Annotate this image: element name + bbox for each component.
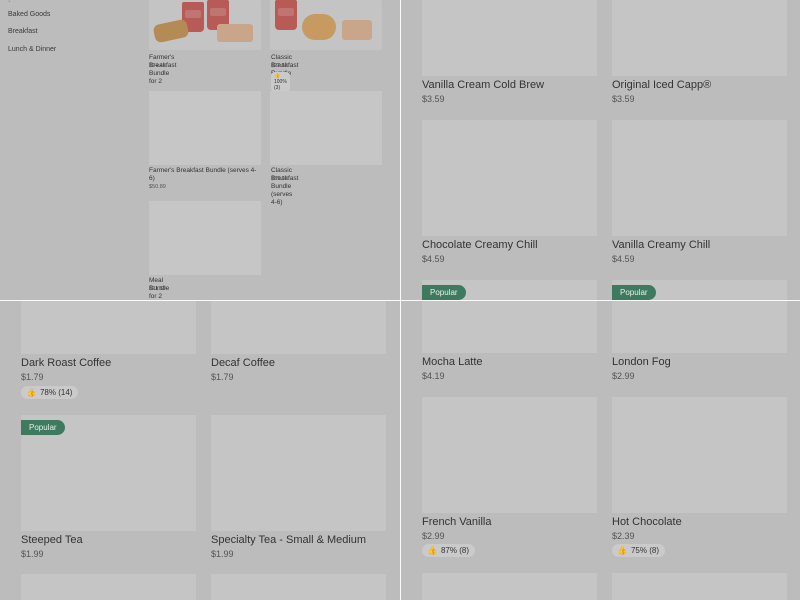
specialty-drinks-panel: Mocha Latte $4.19 London Fog $2.99 Frenc… (401, 301, 800, 600)
product-name: Vanilla Creamy Chill (612, 239, 711, 251)
product-name: Classic Breakfast Bundle (serves 4-6) (271, 167, 299, 206)
breakfast-panel: · Baked Goods Breakfast Lunch & Dinner F… (0, 0, 400, 300)
product-name: Decaf Coffee (211, 357, 276, 369)
product-price: $3.59 (422, 94, 445, 104)
product-price: $39.99 (271, 176, 288, 182)
product-name: Farmer's Breakfast Bundle for 2 (149, 54, 177, 85)
thumbs-up-icon: 👍 (26, 387, 36, 397)
product-price: $50.89 (149, 184, 166, 190)
product-price: $2.99 (422, 531, 445, 541)
thumbs-up-icon: 👍 (427, 545, 437, 555)
product-name: Hot Chocolate (612, 516, 682, 528)
product-image-placeholder (422, 0, 597, 76)
product-price: $22.59 (271, 63, 288, 69)
product-name: Vanilla Cream Cold Brew (422, 79, 545, 91)
product-rating: 👍 78% (14) (21, 386, 79, 399)
popular-badge: Popular (612, 285, 656, 300)
category-link-breakfast[interactable]: Breakfast (8, 28, 38, 35)
product-price: $4.59 (612, 254, 635, 264)
product-price: $1.99 (21, 549, 44, 559)
product-price: $24.49 (149, 63, 166, 69)
product-price: $2.39 (612, 531, 635, 541)
product-price: $3.59 (612, 94, 635, 104)
grid-divider-horizontal (0, 300, 800, 301)
product-name: French Vanilla (422, 516, 492, 528)
product-price: $1.79 (21, 372, 44, 382)
product-rating: 👍 75% (8) (612, 544, 665, 557)
cold-drinks-panel: Vanilla Cream Cold Brew $3.59 Original I… (401, 0, 800, 300)
product-image-placeholder (422, 301, 597, 353)
product-name: Dark Roast Coffee (21, 357, 112, 369)
product-image-placeholder (612, 397, 787, 513)
popular-badge: Popular (422, 285, 466, 300)
product-name: Farmer's Breakfast Bundle (serves 4-6) (149, 167, 257, 182)
product-name: Mocha Latte (422, 356, 483, 368)
product-name: Original Iced Capp® (612, 79, 712, 91)
product-image-placeholder (270, 91, 382, 165)
product-image-placeholder (149, 91, 261, 165)
product-image (149, 0, 261, 50)
product-name: Chocolate Creamy Chill (422, 239, 538, 251)
product-image-placeholder (422, 573, 597, 600)
product-image-placeholder (21, 301, 196, 354)
category-link-lunch-dinner[interactable]: Lunch & Dinner (8, 46, 56, 53)
category-link-truncated[interactable]: · (8, 0, 10, 5)
product-price: $1.99 (211, 549, 234, 559)
product-price: $21.59 (149, 286, 166, 292)
product-price: $4.59 (422, 254, 445, 264)
product-image-placeholder (211, 574, 386, 600)
product-image-placeholder (612, 0, 787, 76)
product-image-placeholder (211, 415, 386, 531)
product-price: $1.79 (211, 372, 234, 382)
product-image-placeholder (612, 301, 787, 353)
product-image-placeholder (149, 201, 261, 275)
product-price: $4.19 (422, 371, 445, 381)
product-name: Steeped Tea (21, 534, 83, 546)
product-image (270, 0, 382, 50)
category-link-baked-goods[interactable]: Baked Goods (8, 11, 50, 18)
product-image-placeholder (211, 301, 386, 354)
product-rating: 👍 100% (3) (271, 72, 290, 92)
popular-badge: Popular (21, 420, 65, 435)
product-price: $2.99 (612, 371, 635, 381)
product-image-placeholder (612, 573, 787, 600)
product-rating: 👍 87% (8) (422, 544, 475, 557)
product-image-placeholder (422, 120, 597, 236)
product-name: Specialty Tea - Small & Medium (211, 534, 367, 546)
product-image-placeholder (21, 574, 196, 600)
hot-drinks-panel: Dark Roast Coffee $1.79 👍 78% (14) Decaf… (0, 301, 400, 600)
product-image-placeholder (612, 120, 787, 236)
product-image-placeholder (422, 397, 597, 513)
product-name: London Fog (612, 356, 671, 368)
thumbs-up-icon: 👍 (617, 545, 627, 555)
